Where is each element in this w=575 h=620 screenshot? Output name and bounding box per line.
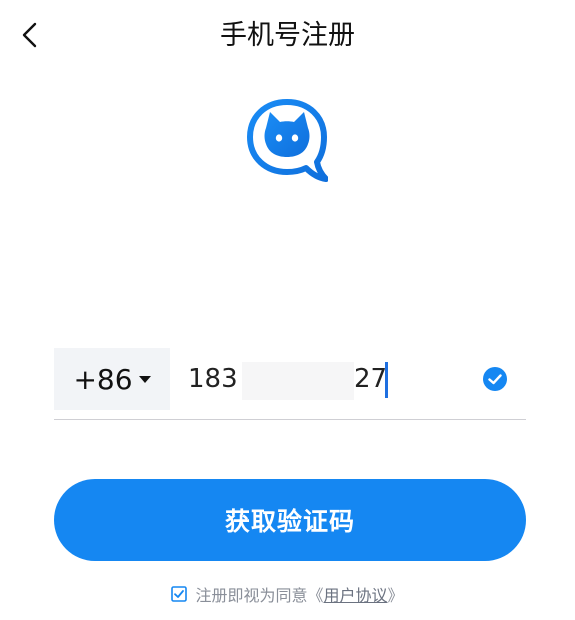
register-screen: 手机号注册 +86 183 27 获取验证码 注册即视为同意 《 用户协议 》 — [0, 0, 575, 620]
agreement-open-bracket: 《 — [307, 586, 324, 605]
phone-input-row: +86 183 27 — [54, 348, 526, 410]
cat-chat-bubble-icon — [247, 99, 329, 182]
country-code-selector[interactable]: +86 — [54, 348, 170, 410]
agreement-row: 注册即视为同意 《 用户协议 》 — [0, 582, 575, 606]
get-verification-code-button[interactable]: 获取验证码 — [54, 479, 526, 561]
header: 手机号注册 — [0, 0, 575, 72]
agreement-close-bracket: 》 — [387, 586, 404, 605]
page-title: 手机号注册 — [220, 20, 355, 51]
phone-input-underline — [54, 419, 526, 420]
caret-down-icon — [138, 375, 151, 383]
user-agreement-link[interactable]: 用户协议 — [324, 582, 388, 606]
redacted-digits — [242, 362, 354, 400]
country-code-label: +86 — [73, 362, 133, 396]
text-cursor — [385, 362, 388, 398]
app-logo — [246, 98, 329, 182]
phone-number-prefix: 183 — [188, 364, 238, 394]
check-circle-icon — [483, 367, 507, 391]
phone-number-input[interactable]: 183 27 — [188, 348, 478, 410]
phone-number-suffix: 27 — [354, 364, 388, 394]
checkbox-checked-icon[interactable] — [171, 586, 188, 602]
agreement-text: 注册即视为同意 — [195, 586, 308, 605]
